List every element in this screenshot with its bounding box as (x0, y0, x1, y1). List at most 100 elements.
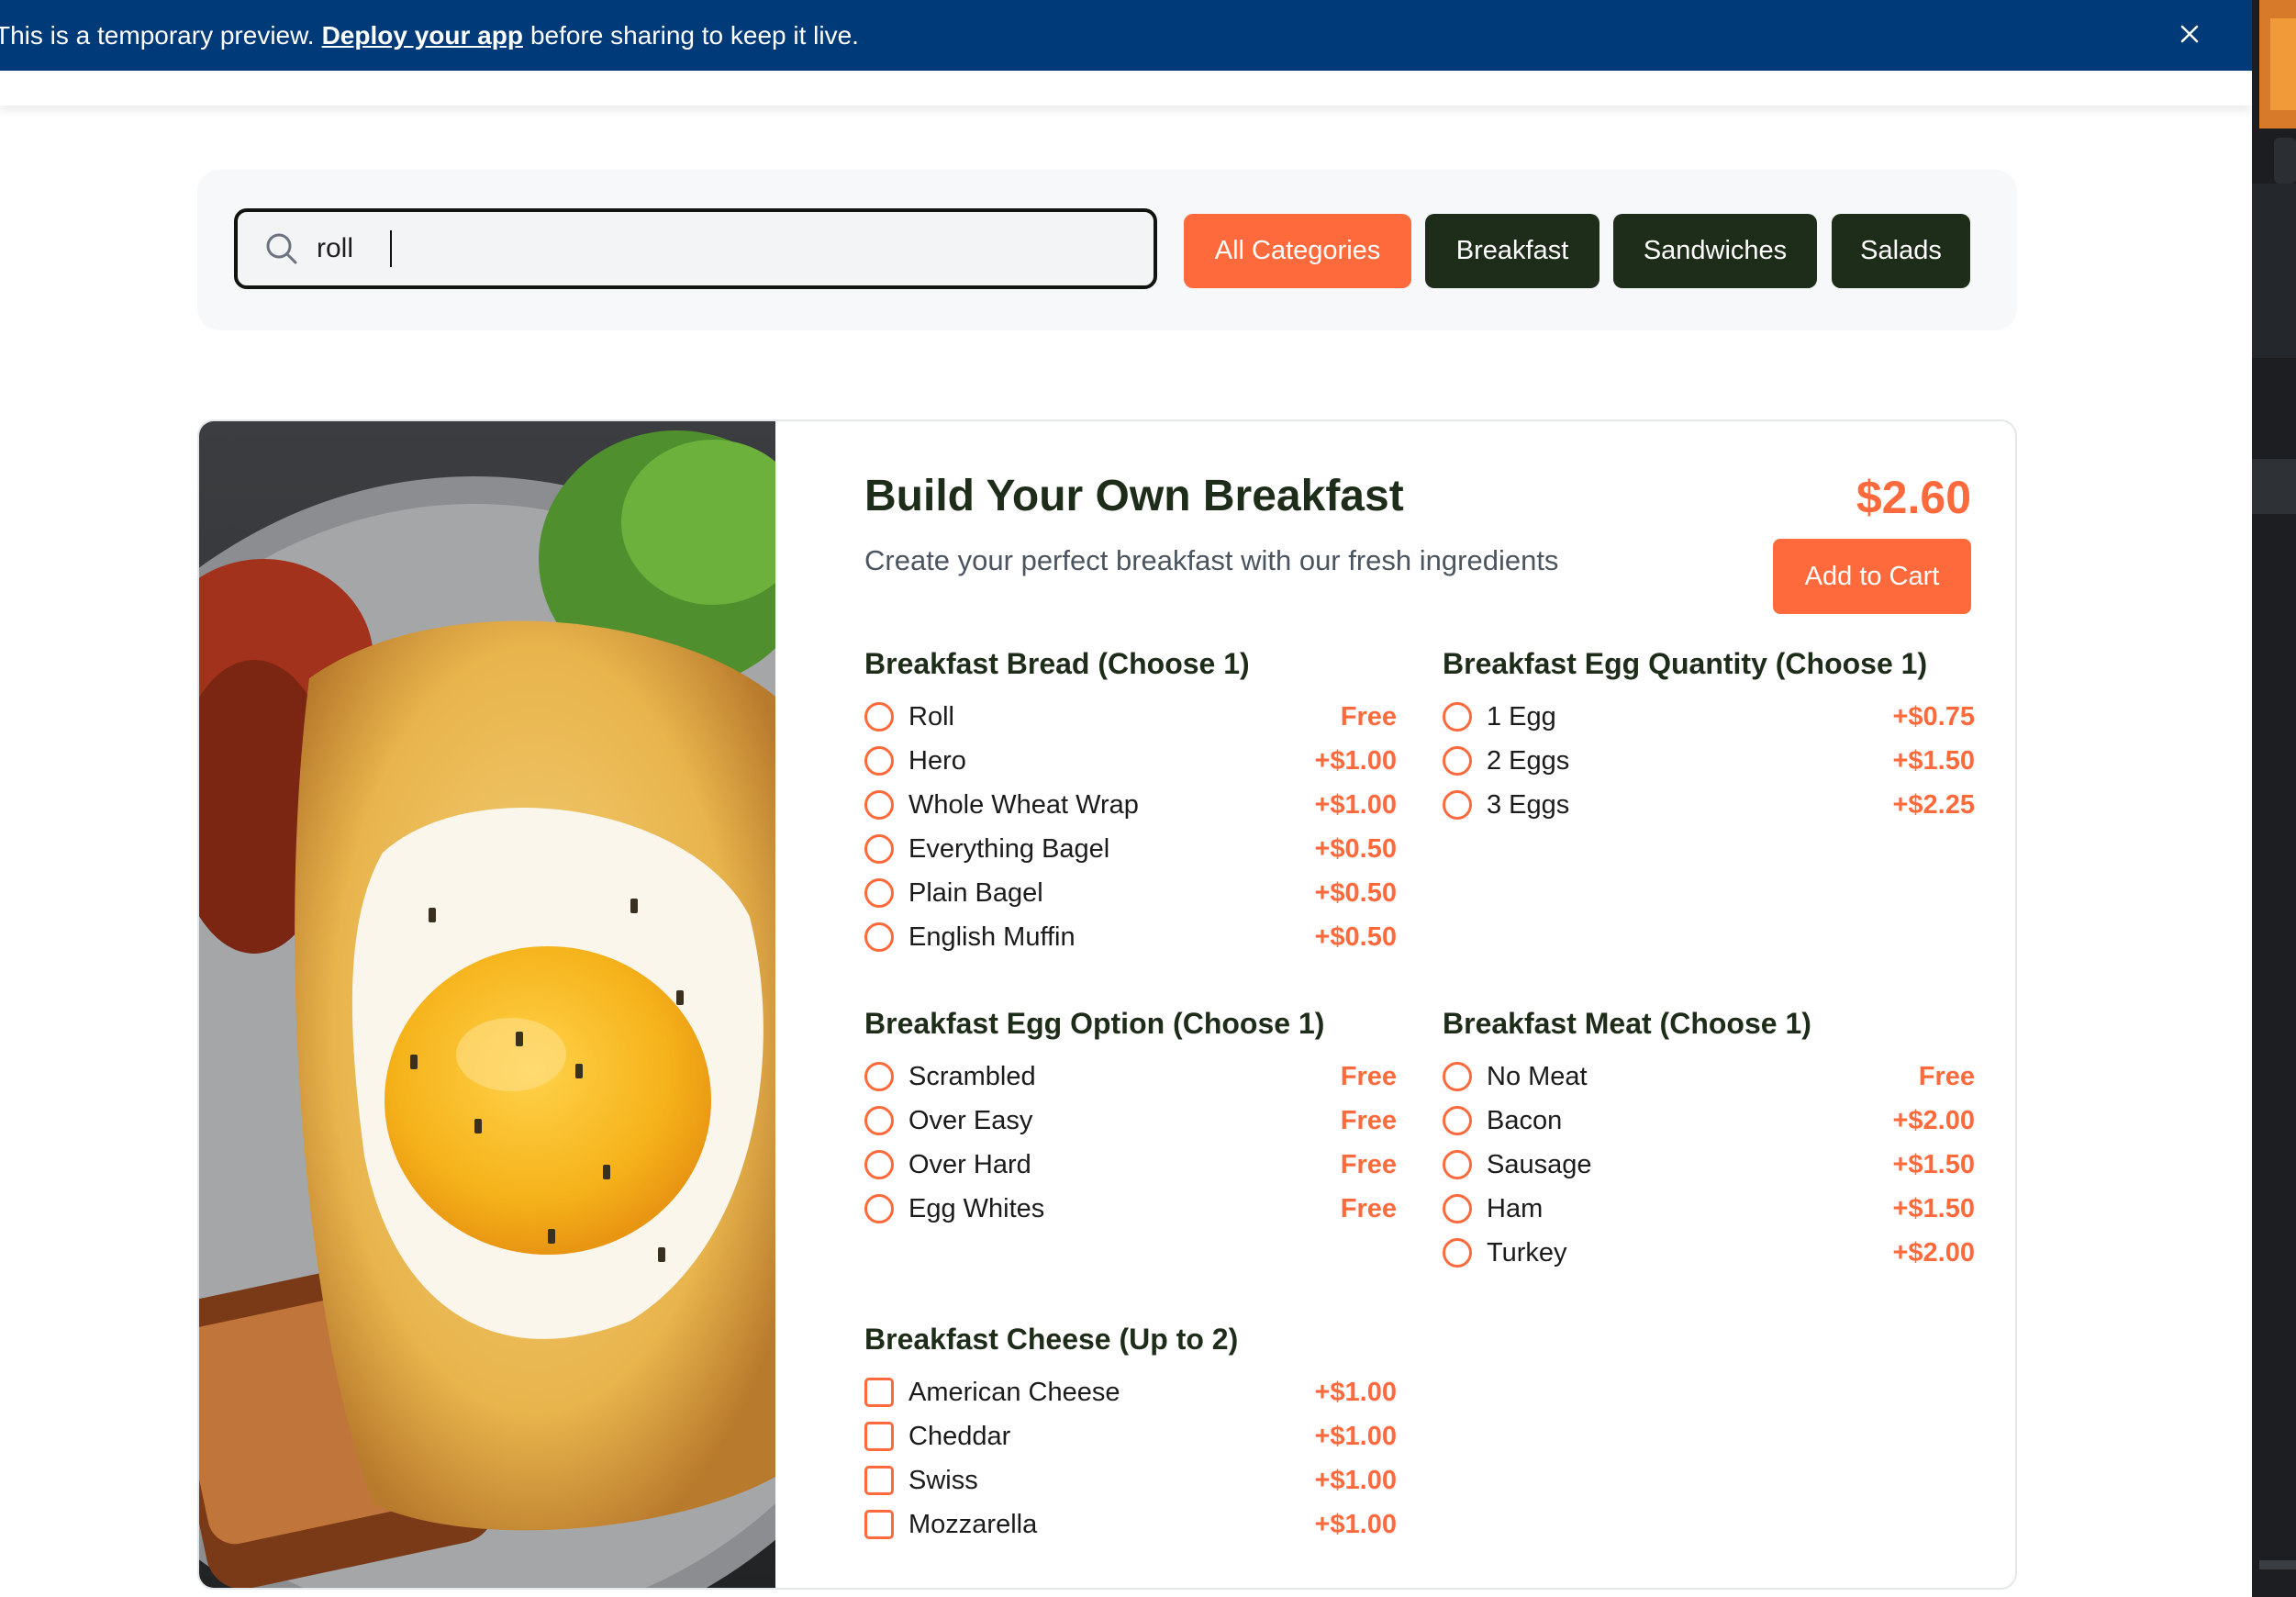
checkbox[interactable] (864, 1510, 894, 1539)
checkbox[interactable] (864, 1466, 894, 1495)
option-2-eggs[interactable]: 2 Eggs +$1.50 (1443, 739, 1975, 783)
option-label: Whole Wheat Wrap (908, 789, 1139, 820)
option-price: +$0.50 (1314, 833, 1397, 864)
option-price: Free (1340, 1061, 1397, 1091)
search-box[interactable] (234, 208, 1157, 289)
option-label: Egg Whites (908, 1193, 1045, 1223)
option-label: Over Hard (908, 1149, 1031, 1179)
option-label: Sausage (1487, 1149, 1592, 1179)
category-salads-button[interactable]: Salads (1832, 214, 1970, 288)
option-3-eggs[interactable]: 3 Eggs +$2.25 (1443, 783, 1975, 827)
radio-button[interactable] (864, 834, 894, 864)
option-everything-bagel[interactable]: Everything Bagel +$0.50 (864, 827, 1397, 871)
option-price: +$2.00 (1892, 1105, 1975, 1135)
option-bacon[interactable]: Bacon +$2.00 (1443, 1099, 1975, 1143)
radio-button[interactable] (1443, 1062, 1472, 1091)
option-price: +$1.00 (1314, 745, 1397, 776)
product-info: Build Your Own Breakfast Create your per… (775, 421, 2015, 1588)
option-price: +$1.00 (1314, 789, 1397, 820)
filter-bar: All Categories Breakfast Sandwiches Sala… (197, 170, 2017, 330)
product-description: Create your perfect breakfast with our f… (864, 544, 1559, 576)
checkbox[interactable] (864, 1378, 894, 1407)
category-all-button[interactable]: All Categories (1184, 214, 1411, 288)
option-label: 1 Egg (1487, 701, 1556, 731)
radio-button[interactable] (1443, 702, 1472, 731)
radio-button[interactable] (864, 922, 894, 952)
option-ham[interactable]: Ham +$1.50 (1443, 1187, 1975, 1231)
option-price: +$1.00 (1314, 1509, 1397, 1539)
group-title-bread: Breakfast Bread (Choose 1) (864, 647, 1250, 680)
option-english-muffin[interactable]: English Muffin +$0.50 (864, 915, 1397, 959)
option-price: +$1.00 (1314, 1465, 1397, 1495)
group-title-egg-option: Breakfast Egg Option (Choose 1) (864, 1007, 1325, 1040)
option-label: Cheddar (908, 1421, 1011, 1451)
product-title: Build Your Own Breakfast (864, 472, 1404, 520)
group-title-cheese: Breakfast Cheese (Up to 2) (864, 1323, 1239, 1356)
option-label: English Muffin (908, 921, 1076, 952)
radio-button[interactable] (864, 746, 894, 776)
option-label: No Meat (1487, 1061, 1588, 1091)
option-group-bread: Breakfast Bread (Choose 1) Roll Free Hero… (864, 642, 1397, 959)
option-label: 2 Eggs (1487, 745, 1570, 776)
app-header (0, 71, 2252, 106)
product-price: $2.60 (1856, 472, 1971, 523)
option-price: +$0.50 (1314, 877, 1397, 908)
product-card: Build Your Own Breakfast Create your per… (197, 419, 2017, 1590)
radio-button[interactable] (1443, 1150, 1472, 1179)
option-1-egg[interactable]: 1 Egg +$0.75 (1443, 695, 1975, 739)
option-turkey[interactable]: Turkey +$2.00 (1443, 1231, 1975, 1275)
option-label: Over Easy (908, 1105, 1033, 1135)
option-label: Mozzarella (908, 1509, 1038, 1539)
option-over-hard[interactable]: Over Hard Free (864, 1143, 1397, 1187)
radio-button[interactable] (864, 790, 894, 820)
option-plain-bagel[interactable]: Plain Bagel +$0.50 (864, 871, 1397, 915)
option-whole-wheat-wrap[interactable]: Whole Wheat Wrap +$1.00 (864, 783, 1397, 827)
option-label: Plain Bagel (908, 877, 1043, 908)
option-label: Hero (908, 745, 966, 776)
category-breakfast-button[interactable]: Breakfast (1425, 214, 1599, 288)
option-cheddar[interactable]: Cheddar +$1.00 (864, 1414, 1397, 1458)
category-sandwiches-button[interactable]: Sandwiches (1613, 214, 1817, 288)
radio-button[interactable] (864, 1194, 894, 1223)
option-scrambled[interactable]: Scrambled Free (864, 1055, 1397, 1099)
option-hero[interactable]: Hero +$1.00 (864, 739, 1397, 783)
option-group-meat: Breakfast Meat (Choose 1) No Meat Free Ba… (1443, 1001, 1975, 1275)
radio-button[interactable] (864, 878, 894, 908)
option-over-easy[interactable]: Over Easy Free (864, 1099, 1397, 1143)
banner-message: This is a temporary preview. Deploy your … (0, 21, 859, 50)
option-egg-whites[interactable]: Egg Whites Free (864, 1187, 1397, 1231)
option-roll[interactable]: Roll Free (864, 695, 1397, 739)
close-icon[interactable] (2171, 16, 2208, 52)
option-label: Ham (1487, 1193, 1544, 1223)
option-mozzarella[interactable]: Mozzarella +$1.00 (864, 1502, 1397, 1547)
option-price: Free (1340, 1149, 1397, 1179)
radio-button[interactable] (1443, 1194, 1472, 1223)
option-group-cheese: Breakfast Cheese (Up to 2) American Chee… (864, 1317, 1397, 1547)
radio-button[interactable] (864, 1062, 894, 1091)
option-american-cheese[interactable]: American Cheese +$1.00 (864, 1370, 1397, 1414)
option-label: Roll (908, 701, 954, 731)
option-price: +$0.50 (1314, 921, 1397, 952)
option-sausage[interactable]: Sausage +$1.50 (1443, 1143, 1975, 1187)
option-label: Swiss (908, 1465, 978, 1495)
radio-button[interactable] (1443, 790, 1472, 820)
radio-button[interactable] (864, 1106, 894, 1135)
preview-banner: This is a temporary preview. Deploy your … (0, 0, 2252, 71)
background-window-edge (2252, 0, 2296, 1597)
radio-button[interactable] (864, 1150, 894, 1179)
deploy-link[interactable]: Deploy your app (322, 21, 523, 50)
option-no-meat[interactable]: No Meat Free (1443, 1055, 1975, 1099)
checkbox[interactable] (864, 1422, 894, 1451)
banner-text-before: This is a temporary preview. (0, 20, 315, 50)
search-input[interactable] (317, 233, 1124, 264)
app-window: This is a temporary preview. Deploy your … (0, 0, 2252, 1597)
option-price: +$0.75 (1892, 701, 1975, 731)
group-title-meat: Breakfast Meat (Choose 1) (1443, 1007, 1811, 1040)
option-label: American Cheese (908, 1377, 1120, 1407)
radio-button[interactable] (1443, 1238, 1472, 1268)
radio-button[interactable] (864, 702, 894, 731)
option-swiss[interactable]: Swiss +$1.00 (864, 1458, 1397, 1502)
add-to-cart-button[interactable]: Add to Cart (1773, 539, 1971, 614)
radio-button[interactable] (1443, 1106, 1472, 1135)
radio-button[interactable] (1443, 746, 1472, 776)
